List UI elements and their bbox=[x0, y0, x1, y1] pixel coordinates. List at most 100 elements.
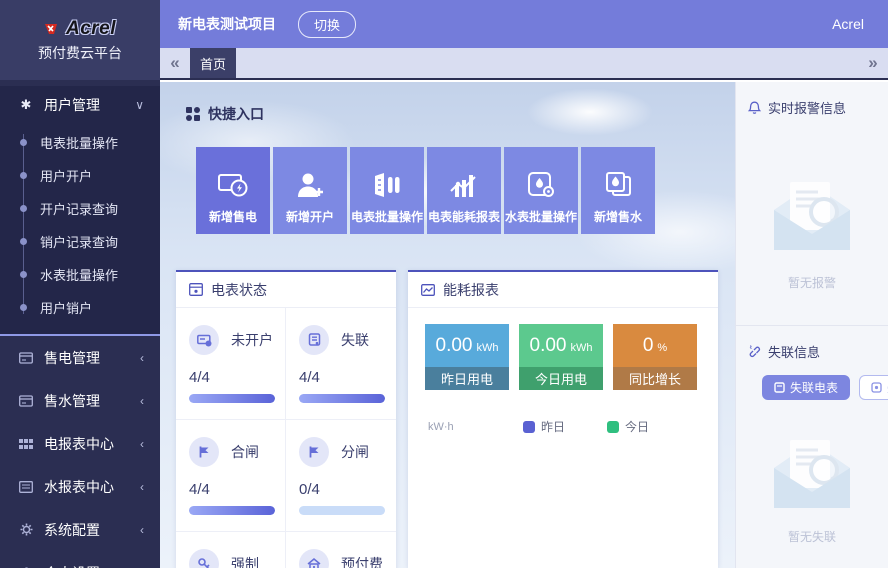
card-icon bbox=[18, 352, 34, 364]
status-label: 合闸 bbox=[231, 442, 259, 462]
sidebar-item-meter-batch[interactable]: 电表批量操作 bbox=[0, 126, 160, 159]
status-cell-switch-off: 分闸 0/4 bbox=[286, 420, 396, 532]
empty-envelope-icon bbox=[764, 172, 860, 258]
water-meter-gear-icon bbox=[526, 171, 556, 199]
chevron-down-icon: ∨ bbox=[135, 98, 144, 112]
quick-water-batch-button[interactable]: 水表批量操作 bbox=[504, 147, 578, 234]
quick-button-label: 电表能耗报表 bbox=[428, 208, 500, 225]
sidebar-item-elec-reports[interactable]: 电报表中心 ‹ bbox=[0, 422, 160, 465]
broken-link-icon bbox=[748, 345, 761, 358]
tab-bar: « 首页 » bbox=[160, 48, 888, 80]
card-value: 0.00 bbox=[530, 335, 567, 357]
quick-new-water-sale-button[interactable]: 新增售水 bbox=[581, 147, 655, 234]
quick-entry-header: 快捷入口 bbox=[186, 104, 264, 124]
alarm-empty-illustration bbox=[736, 172, 888, 258]
card-value: 0.00 bbox=[436, 335, 473, 357]
status-label: 预付费 bbox=[341, 554, 383, 568]
chevron-left-icon: ‹ bbox=[140, 351, 144, 365]
status-value: 4/4 bbox=[299, 369, 384, 386]
meter-batch-icon bbox=[372, 171, 402, 199]
sidebar-item-label: 水表批量操作 bbox=[40, 265, 118, 284]
sidebar-item-label: 用户开户 bbox=[40, 166, 92, 185]
switch-off-flag-icon bbox=[299, 437, 329, 467]
bullet-dot bbox=[20, 304, 27, 311]
status-cell-forced: 强制 bbox=[176, 532, 286, 568]
status-value: 4/4 bbox=[189, 481, 273, 498]
offline-water-meters-button[interactable]: 失联水表 bbox=[859, 375, 888, 400]
card-icon bbox=[18, 395, 34, 407]
quick-button-label: 水表批量操作 bbox=[505, 208, 577, 225]
bell-icon bbox=[748, 101, 761, 115]
sidebar-item-user-mgmt[interactable]: ✱ 用户管理 ∨ bbox=[0, 86, 160, 124]
axis-unit-label: kW·h bbox=[428, 421, 523, 433]
chevron-left-icon: ‹ bbox=[140, 437, 144, 451]
quick-entry-buttons: 新增售电 新增开户 电表批量操作 电表能 bbox=[196, 147, 655, 234]
status-label: 分闸 bbox=[341, 442, 369, 462]
status-label: 失联 bbox=[341, 330, 369, 350]
legend-yesterday: 昨日 bbox=[523, 418, 565, 435]
offline-section-header: 失联信息 bbox=[736, 326, 888, 361]
bullet-dot bbox=[20, 271, 27, 278]
tabs-scroll-left-icon[interactable]: « bbox=[160, 48, 190, 78]
report-icon bbox=[18, 481, 34, 493]
sidebar-item-label: 用户销户 bbox=[40, 298, 92, 317]
card-unit: kWh bbox=[570, 342, 592, 354]
quick-energy-report-button[interactable]: 电表能耗报表 bbox=[427, 147, 501, 234]
top-header: 新电表测试项目 切换 Acrel bbox=[160, 0, 888, 48]
sidebar-item-label: 电报表中心 bbox=[44, 434, 140, 454]
offline-meters-button[interactable]: 失联电表 bbox=[762, 375, 850, 400]
sidebar-item-close-record[interactable]: 销户记录查询 bbox=[0, 225, 160, 258]
bullet-dot bbox=[20, 238, 27, 245]
switch-project-button[interactable]: 切换 bbox=[298, 11, 356, 38]
user-name[interactable]: Acrel bbox=[832, 16, 864, 32]
sidebar-item-system-config[interactable]: 系统配置 ‹ bbox=[0, 508, 160, 551]
bullet-dot bbox=[20, 205, 27, 212]
card-yoy-growth: 0 % 同比增长 bbox=[613, 324, 697, 390]
quick-entry-title: 快捷入口 bbox=[208, 104, 264, 124]
status-cell-prepaid: 预付费 bbox=[286, 532, 396, 568]
energy-report-header: 能耗报表 bbox=[408, 272, 718, 308]
quick-new-account-button[interactable]: 新增开户 bbox=[273, 147, 347, 234]
bullet-dot bbox=[20, 172, 27, 179]
gear-icon bbox=[18, 523, 34, 536]
sidebar-item-open-record[interactable]: 开户记录查询 bbox=[0, 192, 160, 225]
card-yesterday-usage: 0.00 kWh 昨日用电 bbox=[425, 324, 509, 390]
offline-title: 失联信息 bbox=[768, 342, 820, 361]
offline-empty-illustration bbox=[736, 430, 888, 516]
sidebar: Acrel 预付费云平台 ✱ 用户管理 ∨ 电表批量操作 用户开户 开户记录查询… bbox=[0, 0, 160, 568]
quick-new-elec-sale-button[interactable]: 新增售电 bbox=[196, 147, 270, 234]
energy-report-panel: 能耗报表 0.00 kWh 昨日用电 0.00 kWh 今日用电 bbox=[408, 270, 718, 568]
sidebar-item-water-batch[interactable]: 水表批量操作 bbox=[0, 258, 160, 291]
sidebar-item-label: 电表批量操作 bbox=[40, 133, 118, 152]
apps-grid-icon bbox=[186, 107, 200, 121]
status-label: 强制 bbox=[231, 554, 259, 568]
card-label: 同比增长 bbox=[629, 369, 681, 388]
house-icon bbox=[299, 549, 329, 568]
sidebar-group-label: 用户管理 bbox=[44, 95, 135, 115]
water-small-icon bbox=[871, 382, 882, 393]
right-panel: 实时报警信息 暂无报警 失联信息 失联电表 失联水表 bbox=[735, 82, 888, 568]
sidebar-item-elec-sales[interactable]: 售电管理 ‹ bbox=[0, 336, 160, 379]
status-cell-not-opened: 未开户 4/4 bbox=[176, 308, 286, 420]
sidebar-item-open-account[interactable]: 用户开户 bbox=[0, 159, 160, 192]
sell-water-icon bbox=[603, 171, 633, 199]
user-mgmt-submenu: 电表批量操作 用户开户 开户记录查询 销户记录查询 水表批量操作 用户销户 bbox=[0, 126, 160, 324]
sidebar-item-water-reports[interactable]: 水报表中心 ‹ bbox=[0, 465, 160, 508]
chevron-left-icon: ‹ bbox=[140, 394, 144, 408]
quick-meter-batch-button[interactable]: 电表批量操作 bbox=[350, 147, 424, 234]
offline-meters-label: 失联电表 bbox=[790, 379, 838, 396]
progress-bar bbox=[299, 394, 385, 403]
sidebar-item-personal-settings[interactable]: 个人设置 ‹ bbox=[0, 551, 160, 568]
sidebar-item-label: 个人设置 bbox=[44, 563, 140, 568]
tabs-scroll-right-icon[interactable]: » bbox=[858, 48, 888, 78]
sidebar-item-close-account[interactable]: 用户销户 bbox=[0, 291, 160, 324]
status-cell-switch-on: 合闸 4/4 bbox=[176, 420, 286, 532]
tab-home[interactable]: 首页 bbox=[190, 48, 236, 78]
card-today-usage: 0.00 kWh 今日用电 bbox=[519, 324, 603, 390]
alarm-title: 实时报警信息 bbox=[768, 98, 846, 117]
quick-button-label: 新增开户 bbox=[286, 208, 334, 225]
sidebar-item-water-sales[interactable]: 售水管理 ‹ bbox=[0, 379, 160, 422]
card-label: 昨日用电 bbox=[441, 369, 493, 388]
sidebar-item-label: 售电管理 bbox=[44, 348, 140, 368]
sidebar-item-label: 售水管理 bbox=[44, 391, 140, 411]
